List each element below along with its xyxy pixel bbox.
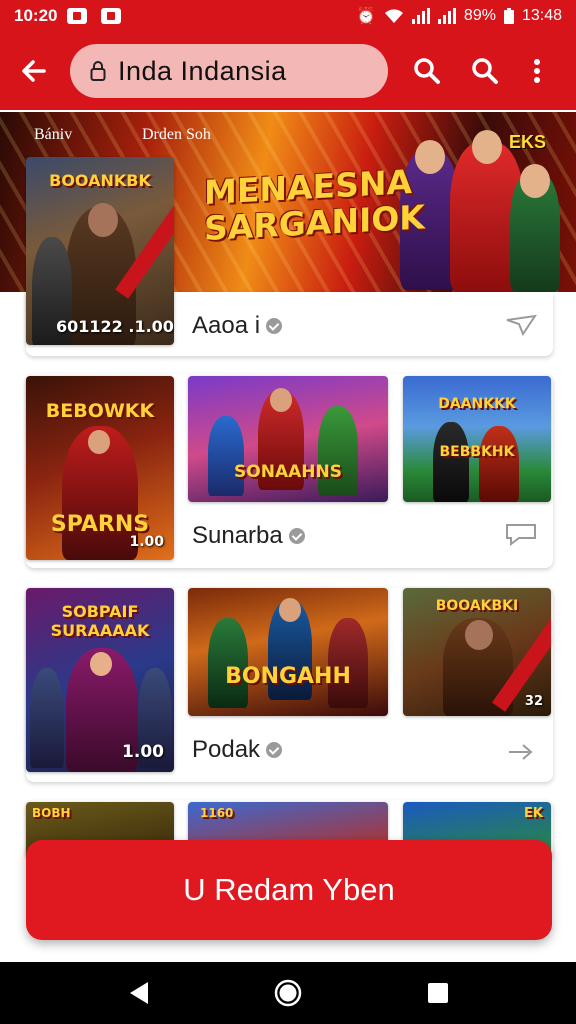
thumb-title: BEBOWKK	[45, 400, 155, 422]
thumb-figure	[328, 618, 368, 708]
system-nav-bar	[0, 962, 576, 1024]
card-title-text: Sunarba	[192, 522, 283, 549]
game-thumbnail[interactable]: BOOAKBKI 32	[403, 588, 551, 716]
search-button-2[interactable]	[462, 48, 508, 94]
thumb-caption: 601122 .1.00	[56, 317, 174, 336]
cta-button[interactable]: U Redam Yben	[26, 840, 552, 940]
hero-label-mid: Drden Soh	[142, 126, 211, 143]
thumb-figure	[433, 422, 469, 502]
thumb-title: DAANKKK	[438, 396, 516, 412]
card-title-text: Podak	[192, 736, 261, 763]
hero-badge: EKS	[508, 132, 546, 152]
verified-icon	[266, 318, 283, 334]
alarm-icon: ⏰	[356, 8, 376, 25]
game-thumbnail[interactable]: BONGAHH	[188, 588, 388, 716]
card-title-text: Aaoa i	[192, 312, 261, 339]
game-thumbnail[interactable]: BOOANKBK 601122 .1.00	[26, 157, 174, 345]
thumb-figure	[318, 406, 358, 496]
game-thumbnail[interactable]: DAANKKK BEBBKHK	[403, 376, 551, 502]
url-text: Inda Indansia	[118, 55, 287, 86]
search-button[interactable]	[404, 48, 450, 94]
thumb-caption: 1.00	[122, 742, 164, 762]
share-icon[interactable]	[505, 736, 537, 760]
thumb-figure	[62, 426, 138, 560]
thumb-figure	[208, 618, 248, 708]
game-card[interactable]: BOOANKBK 601122 .1.00 Aaoa i	[26, 157, 553, 356]
thumb-title: EK	[524, 806, 543, 821]
back-button[interactable]	[12, 49, 56, 93]
app-bar: Inda Indansia	[0, 32, 576, 110]
nav-recents-icon[interactable]	[427, 982, 449, 1004]
thumb-title: 1160	[200, 806, 234, 820]
hero-title: MENAESNA SARGANIOK	[204, 162, 425, 248]
card-title: Aaoa i	[192, 312, 283, 340]
back-arrow-icon	[22, 60, 46, 82]
thumb-title: SONAAHNS	[234, 462, 342, 482]
card-title: Sunarba	[192, 522, 305, 550]
thumb-caption: 32	[524, 694, 543, 709]
thumb-title: BONGAHH	[225, 664, 351, 689]
thumb-figure	[208, 416, 244, 496]
status-clock-right: 13:48	[521, 7, 562, 24]
url-bar[interactable]: Inda Indansia	[70, 44, 388, 98]
search-icon	[472, 58, 498, 84]
search-icon	[414, 58, 440, 84]
hero-character-3	[510, 164, 560, 292]
verified-icon	[288, 528, 305, 544]
more-vert-icon	[534, 59, 540, 83]
more-button[interactable]	[524, 48, 550, 94]
signal-icon	[411, 8, 430, 24]
battery-icon	[503, 8, 514, 24]
thumb-title: BOOAKBKI	[435, 598, 519, 614]
thumb-caption: 1.00	[129, 534, 164, 550]
game-card[interactable]: BEBOWKK SPARNS 1.00 SONAAHNS DAANKKK BEB…	[26, 374, 553, 568]
thumb-title: BOOANKBK	[49, 171, 151, 190]
thumb-figure	[479, 426, 519, 502]
thumb-subtitle: BEBBKHK	[439, 444, 515, 460]
notification-icon	[67, 8, 88, 24]
card-title: Podak	[192, 736, 283, 764]
status-bar: 10:20 ⏰ 89% 13:48	[0, 0, 576, 32]
verified-icon	[266, 742, 283, 758]
share-icon[interactable]	[505, 312, 537, 336]
hero-label-left: Bániv	[34, 126, 73, 143]
signal2-icon	[437, 8, 456, 24]
game-thumbnail[interactable]: BEBOWKK SPARNS 1.00	[26, 376, 174, 560]
game-card[interactable]: SOBPAIF SURAAAAK 1.00 BONGAHH BOOAKBKI 3…	[26, 588, 553, 782]
nav-home-icon[interactable]	[273, 978, 303, 1008]
thumb-figure	[30, 668, 64, 768]
game-thumbnail[interactable]: SONAAHNS	[188, 376, 388, 502]
wifi-icon	[384, 9, 403, 23]
app-notification-icon	[101, 8, 122, 24]
game-thumbnail[interactable]: SOBPAIF SURAAAAK 1.00	[26, 588, 174, 772]
thumb-title: BOBH	[32, 806, 71, 820]
status-time: 10:20	[14, 6, 58, 25]
battery-percent: 89%	[463, 7, 496, 24]
lock-icon	[90, 61, 106, 81]
chat-icon[interactable]	[505, 522, 537, 546]
nav-back-icon[interactable]	[128, 980, 150, 1006]
thumb-title: SOBPAIF SURAAAAK	[50, 602, 150, 640]
